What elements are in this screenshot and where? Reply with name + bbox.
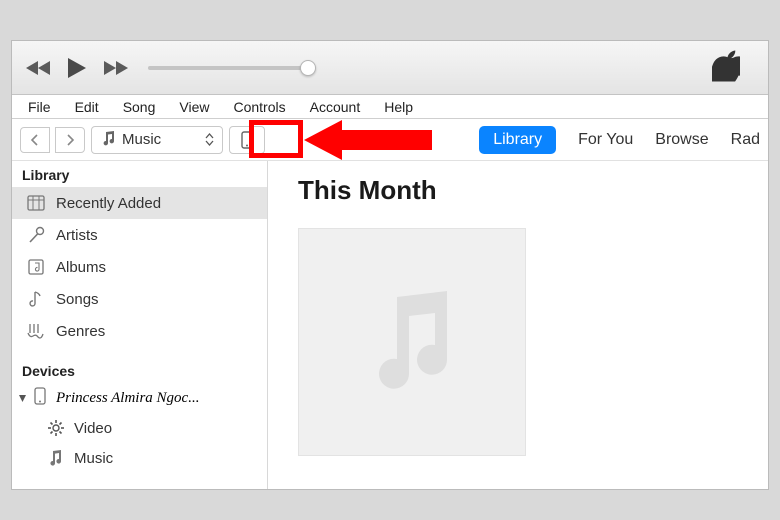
tab-radio[interactable]: Rad bbox=[731, 131, 760, 149]
main-body: Library Recently Added Artists Albums bbox=[12, 161, 768, 489]
menu-edit[interactable]: Edit bbox=[65, 97, 109, 117]
menu-bar: File Edit Song View Controls Account Hel… bbox=[12, 95, 768, 119]
phone-icon bbox=[34, 387, 50, 409]
menu-account[interactable]: Account bbox=[300, 97, 371, 117]
content-area: This Month bbox=[268, 161, 768, 489]
sidebar-devices-header: Devices bbox=[12, 357, 267, 383]
device-button[interactable] bbox=[229, 126, 265, 154]
sidebar-item-label: Songs bbox=[56, 291, 99, 308]
note-icon bbox=[26, 289, 46, 309]
sidebar-library-header: Library bbox=[12, 161, 267, 187]
sidebar-item-label: Video bbox=[74, 420, 112, 437]
menu-controls[interactable]: Controls bbox=[223, 97, 295, 117]
sidebar-item-label: Artists bbox=[56, 227, 98, 244]
sidebar-item-recently-added[interactable]: Recently Added bbox=[12, 187, 267, 219]
sidebar-item-genres[interactable]: Genres bbox=[12, 315, 267, 347]
tab-for-you[interactable]: For You bbox=[578, 131, 633, 149]
sidebar-device-music[interactable]: Music bbox=[12, 443, 267, 473]
sidebar-item-artists[interactable]: Artists bbox=[12, 219, 267, 251]
view-tabs: Library For You Browse Rad bbox=[479, 126, 760, 154]
menu-view[interactable]: View bbox=[169, 97, 219, 117]
apple-logo-icon bbox=[712, 49, 740, 86]
media-type-selector[interactable]: Music bbox=[91, 126, 223, 154]
media-type-label: Music bbox=[122, 131, 161, 148]
previous-track-icon[interactable] bbox=[26, 59, 52, 77]
menu-song[interactable]: Song bbox=[113, 97, 166, 117]
content-heading: This Month bbox=[298, 175, 738, 206]
sidebar-item-songs[interactable]: Songs bbox=[12, 283, 267, 315]
tab-library[interactable]: Library bbox=[479, 126, 556, 154]
grid-icon bbox=[26, 193, 46, 213]
sidebar-device[interactable]: Princess Almira Ngoc... bbox=[12, 383, 267, 413]
sidebar-item-albums[interactable]: Albums bbox=[12, 251, 267, 283]
sidebar-item-label: Music bbox=[74, 450, 113, 467]
sidebar: Library Recently Added Artists Albums bbox=[12, 161, 268, 489]
guitar-icon bbox=[26, 321, 46, 341]
selector-stepper-icon bbox=[205, 133, 214, 146]
play-icon[interactable] bbox=[66, 56, 88, 80]
back-button[interactable] bbox=[20, 127, 50, 153]
playback-controls bbox=[26, 56, 128, 80]
album-art-placeholder[interactable] bbox=[298, 228, 526, 456]
menu-help[interactable]: Help bbox=[374, 97, 423, 117]
gear-icon bbox=[46, 418, 66, 438]
disclosure-triangle-icon[interactable] bbox=[16, 394, 28, 403]
playback-bar bbox=[12, 41, 768, 95]
sidebar-item-label: Genres bbox=[56, 323, 105, 340]
toolbar: Music Library For You Browse Rad bbox=[12, 119, 768, 161]
device-name-label: Princess Almira Ngoc... bbox=[56, 390, 199, 407]
sidebar-device-video[interactable]: Video bbox=[12, 413, 267, 443]
sidebar-item-label: Albums bbox=[56, 259, 106, 276]
sidebar-item-label: Recently Added bbox=[56, 195, 161, 212]
music-note-icon bbox=[357, 287, 467, 397]
itunes-window: File Edit Song View Controls Account Hel… bbox=[11, 40, 769, 490]
volume-slider[interactable] bbox=[148, 66, 308, 70]
album-icon bbox=[26, 257, 46, 277]
tab-browse[interactable]: Browse bbox=[655, 131, 708, 149]
note-icon bbox=[46, 448, 66, 468]
menu-file[interactable]: File bbox=[18, 97, 61, 117]
next-track-icon[interactable] bbox=[102, 59, 128, 77]
music-note-icon bbox=[100, 130, 116, 150]
forward-button[interactable] bbox=[55, 127, 85, 153]
mic-icon bbox=[26, 225, 46, 245]
